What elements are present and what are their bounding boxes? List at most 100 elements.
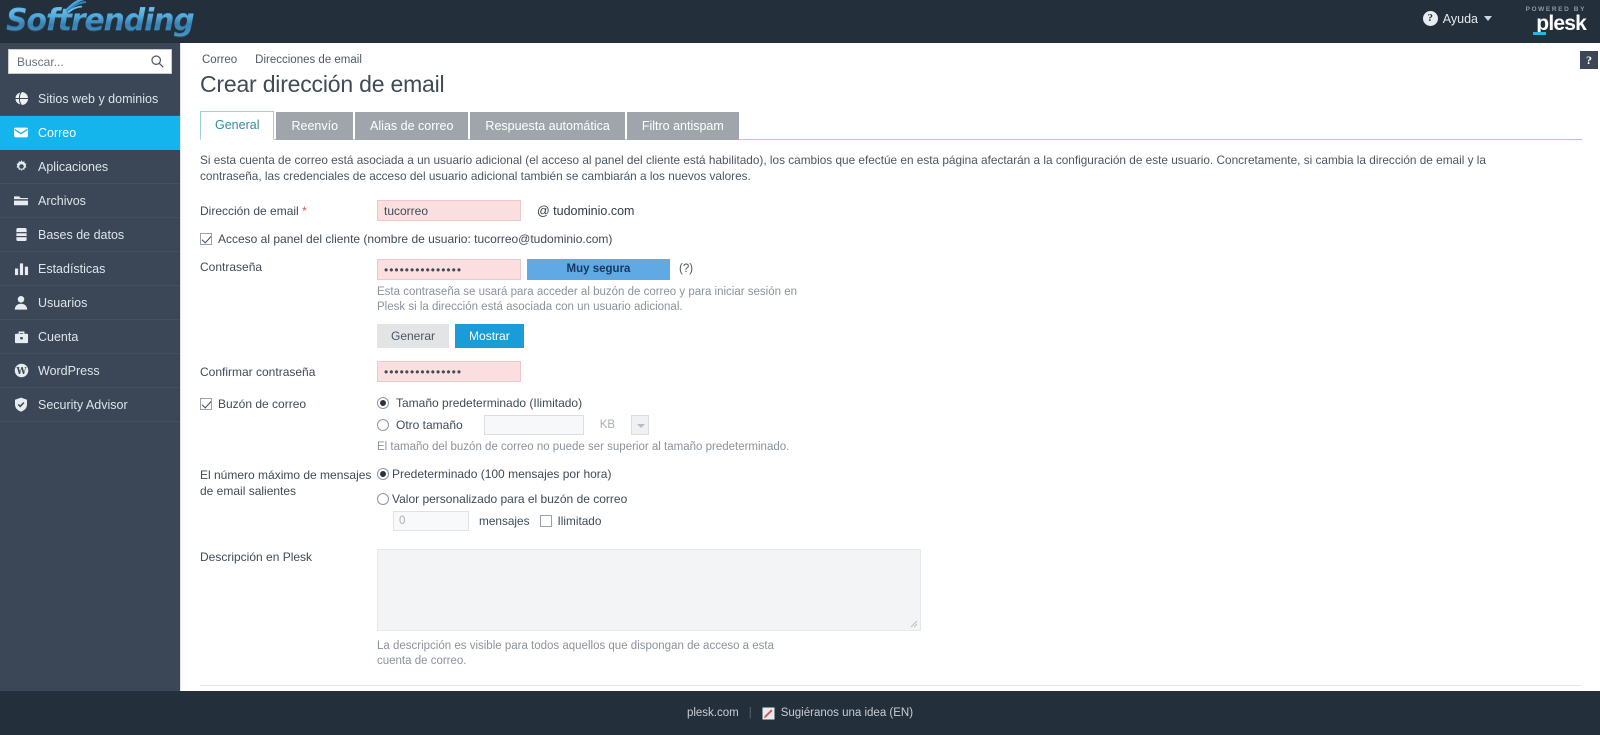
top-bar: Softrending ? Ayuda POWERED BY plesk bbox=[0, 0, 1600, 43]
plesk-logo: POWERED BY plesk bbox=[1526, 6, 1587, 35]
sidebar-item-correo[interactable]: Correo bbox=[0, 116, 180, 150]
resize-grip-icon[interactable] bbox=[910, 620, 918, 628]
mailbox-label: Buzón de correo bbox=[218, 397, 307, 411]
generate-password-button[interactable]: Generar bbox=[377, 324, 450, 348]
tab-reenvio[interactable]: Reenvío bbox=[276, 112, 354, 140]
description-controls: La descripción es visible para todos aqu… bbox=[377, 549, 921, 669]
mailbox-default-radio[interactable] bbox=[377, 397, 389, 409]
tab-bar: General Reenvío Alias de correo Respuest… bbox=[200, 110, 1582, 140]
mailbox-default-label: Tamaño predeterminado (Ilimitado) bbox=[396, 396, 583, 410]
outgoing-unlimited-label: Ilimitado bbox=[557, 514, 602, 528]
sidebar-item-label: Correo bbox=[38, 125, 77, 140]
page-title: Crear dirección de email bbox=[200, 71, 445, 97]
mailbox-option-other[interactable]: Otro tamaño KB bbox=[377, 415, 789, 435]
folder-icon bbox=[13, 193, 29, 209]
sidebar-item-usuarios[interactable]: Usuarios bbox=[0, 286, 180, 320]
email-domain-suffix: @ tudominio.com bbox=[537, 203, 635, 218]
pencil-note-icon bbox=[762, 707, 775, 719]
sidebar-item-sitios-web-y-dominios[interactable]: Sitios web y dominios bbox=[0, 82, 180, 116]
panel-access-label: Acceso al panel del cliente (nombre de u… bbox=[218, 232, 613, 246]
mailbox-other-radio[interactable] bbox=[377, 419, 389, 431]
outgoing-unlimited-checkbox[interactable] bbox=[539, 515, 552, 527]
sidebar-item-label: WordPress bbox=[38, 363, 100, 378]
mailbox-size-input[interactable] bbox=[483, 415, 584, 435]
briefcase-icon bbox=[13, 329, 29, 345]
suggest-idea-label: Sugiéranos una idea (EN) bbox=[780, 707, 914, 719]
password-hint-line1: Esta contraseña se usará para acceder al… bbox=[377, 286, 797, 298]
sidebar-item-cuenta[interactable]: Cuenta bbox=[0, 320, 180, 354]
description-hint-line1: La descripción es visible para todos aqu… bbox=[377, 640, 775, 652]
mailbox-options: Tamaño predeterminado (Ilimitado) Otro t… bbox=[377, 396, 789, 455]
plesk-logo-text: plesk bbox=[1526, 13, 1587, 35]
form-divider bbox=[200, 685, 1581, 686]
help-menu[interactable]: ? Ayuda bbox=[1422, 11, 1492, 26]
email-input[interactable] bbox=[377, 200, 521, 221]
sidebar-item-archivos[interactable]: Archivos bbox=[0, 184, 180, 218]
search-box[interactable] bbox=[8, 49, 172, 74]
description-textarea[interactable] bbox=[377, 549, 921, 631]
sidebar-item-label: Cuenta bbox=[38, 329, 79, 344]
password-field-label: Contraseña bbox=[200, 260, 263, 274]
password-help-link[interactable]: (?) bbox=[679, 259, 693, 280]
sidebar-item-label: Archivos bbox=[38, 193, 86, 208]
tab-general[interactable]: General bbox=[200, 111, 275, 140]
outgoing-label-line1: El número máximo de mensajes bbox=[200, 468, 372, 482]
sidebar-item-label: Aplicaciones bbox=[38, 159, 109, 174]
sidebar-item-label: Security Advisor bbox=[38, 397, 128, 412]
outgoing-default-radio[interactable] bbox=[377, 468, 389, 480]
brand-logo-text: Softrending bbox=[6, 2, 195, 38]
tab-filtro-antispam[interactable]: Filtro antispam bbox=[626, 112, 739, 140]
breadcrumb-item-direcciones-de-email[interactable]: Direcciones de email bbox=[255, 54, 362, 66]
plesk-email-create-page: Softrending ? Ayuda POWERED BY plesk Bus… bbox=[0, 0, 1600, 735]
plesk-underline-accent bbox=[1532, 32, 1546, 35]
wifi-wave-icon bbox=[65, 0, 87, 13]
field-row-email: Dirección de email * @ tudominio.com bbox=[181, 200, 1600, 221]
outgoing-option-default[interactable]: Predeterminado (100 mensajes por hora) bbox=[377, 467, 627, 481]
panel-access-checkbox[interactable] bbox=[200, 233, 212, 245]
sidebar-item-security-advisor[interactable]: Security Advisor bbox=[0, 388, 180, 422]
context-help-button[interactable]: ? bbox=[1580, 51, 1598, 69]
intro-text: Si esta cuenta de correo está asociada a… bbox=[200, 153, 1486, 183]
mailbox-checkbox[interactable] bbox=[200, 398, 212, 410]
panel-access-row: Acceso al panel del cliente (nombre de u… bbox=[181, 232, 1600, 246]
bar-chart-icon bbox=[13, 261, 29, 277]
tab-alias-de-correo[interactable]: Alias de correo bbox=[355, 112, 469, 140]
sidebar-item-aplicaciones[interactable]: Aplicaciones bbox=[0, 150, 180, 184]
mailbox-other-label: Otro tamaño bbox=[396, 418, 463, 432]
email-field-label: Dirección de email * bbox=[200, 203, 307, 218]
brand-logo[interactable]: Softrending bbox=[6, 0, 195, 42]
field-row-mailbox: Buzón de correo Tamaño predeterminado (I… bbox=[181, 396, 1600, 455]
tab-respuesta-automatica[interactable]: Respuesta automática bbox=[470, 112, 625, 140]
outgoing-messages-input[interactable] bbox=[393, 511, 469, 531]
show-password-button[interactable]: Mostrar bbox=[455, 324, 524, 348]
globe-icon bbox=[13, 91, 29, 107]
confirm-password-input[interactable] bbox=[377, 361, 521, 382]
password-controls: Muy segura (?) Esta contraseña se usará … bbox=[377, 259, 797, 348]
sidebar-item-wordpress[interactable]: W WordPress bbox=[0, 354, 180, 388]
sidebar-item-label: Sitios web y dominios bbox=[38, 91, 159, 106]
outgoing-custom-radio[interactable] bbox=[377, 493, 389, 505]
sidebar-item-bases-de-datos[interactable]: Bases de datos bbox=[0, 218, 180, 252]
sidebar-item-estadisticas[interactable]: Estadísticas bbox=[0, 252, 180, 286]
mailbox-note: El tamaño del buzón de correo no puede s… bbox=[377, 441, 790, 453]
envelope-icon bbox=[13, 125, 29, 141]
sidebar: Sitios web y dominios Correo Aplicacione… bbox=[0, 43, 180, 735]
mailbox-unit-select[interactable] bbox=[631, 415, 650, 435]
breadcrumb-item-correo[interactable]: Correo bbox=[202, 54, 237, 66]
outgoing-label: El número máximo de mensajes de email sa… bbox=[181, 467, 377, 499]
email-create-form: Dirección de email * @ tudominio.com Acc… bbox=[181, 200, 1600, 729]
search-input[interactable] bbox=[9, 50, 171, 73]
outgoing-options: Predeterminado (100 mensajes por hora) V… bbox=[377, 467, 627, 531]
question-circle-icon: ? bbox=[1422, 11, 1438, 26]
outgoing-default-label: Predeterminado (100 mensajes por hora) bbox=[392, 467, 612, 481]
plesk-site-link[interactable]: plesk.com bbox=[687, 707, 739, 719]
field-row-password: Contraseña Muy segura (?) Esta contraseñ… bbox=[181, 259, 1600, 348]
outgoing-option-custom[interactable]: Valor personalizado para el buzón de cor… bbox=[377, 492, 627, 506]
password-input[interactable] bbox=[377, 259, 521, 280]
field-row-outgoing: El número máximo de mensajes de email sa… bbox=[181, 467, 1600, 531]
mailbox-size-unit: KB bbox=[599, 419, 616, 431]
database-icon bbox=[13, 227, 29, 243]
suggest-idea-link[interactable]: Sugiéranos una idea (EN) bbox=[762, 707, 913, 720]
mailbox-option-default[interactable]: Tamaño predeterminado (Ilimitado) bbox=[377, 396, 789, 410]
field-row-confirm-password: Confirmar contraseña bbox=[181, 361, 1600, 382]
